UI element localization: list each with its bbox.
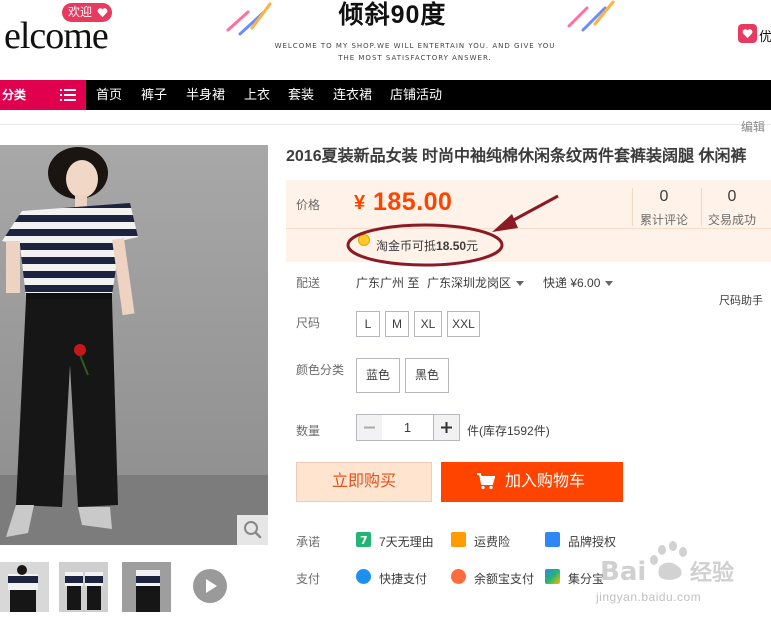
review-count-label[interactable]: 累计评论: [634, 211, 694, 228]
coin-discount: 淘金币可抵18.50元: [376, 237, 478, 254]
svg-text:7: 7: [360, 534, 368, 547]
coin-prefix: 淘金币可抵: [376, 239, 437, 253]
model-photo: [0, 145, 268, 545]
shipping-method: 快递 ¥6.00: [543, 276, 601, 290]
stock-info: 件(库存1592件): [467, 424, 550, 438]
price-panel: 价格 ¥ 185.00 0 累计评论 0 交易成功 淘金币可抵18.50元: [286, 180, 771, 262]
svg-text:经验: 经验: [690, 560, 734, 586]
minus-icon: [364, 426, 375, 429]
delivery-destination-select[interactable]: 广东深圳龙岗区: [427, 274, 525, 291]
payment-yuebao[interactable]: 余额宝支付: [474, 570, 534, 587]
nav-category-button[interactable]: 分类: [0, 80, 86, 110]
thumbnail-image: [59, 562, 108, 612]
favorite-heart-icon[interactable]: [738, 24, 757, 43]
nav-category-label: 分类: [2, 88, 27, 102]
product-main-image[interactable]: [0, 145, 268, 545]
shipping-method-select[interactable]: 快递 ¥6.00: [543, 274, 614, 291]
banner-subtitle: WELCOME TO MY SHOP.WE WILL ENTERTAIN YOU…: [250, 40, 580, 64]
nav-item-sets[interactable]: 套装: [288, 80, 314, 110]
product-title: 2016夏装新品女装 时尚中袖纯棉休闲条纹两件套裤装阔腿 休闲裤: [286, 148, 747, 165]
heart-icon: [97, 8, 108, 18]
welcome-badge: 欢迎: [62, 3, 112, 22]
color-label: 颜色分类: [296, 363, 345, 377]
seven-day-return-icon: 7: [356, 532, 371, 547]
shop-nav: 分类 首页 裤子 半身裙 上衣 套装 连衣裙 店铺活动: [0, 80, 771, 110]
thumbnail-image: [122, 562, 171, 612]
divider: [0, 124, 771, 125]
nav-item-tops[interactable]: 上衣: [244, 80, 270, 110]
promise-seven-day[interactable]: 7天无理由: [379, 533, 434, 550]
buy-now-button[interactable]: 立即购买: [296, 462, 432, 502]
promise-label: 承诺: [296, 535, 321, 549]
banner-title: 倾斜90度: [338, 1, 447, 29]
thumbnail[interactable]: [59, 562, 108, 612]
cart-icon: [477, 473, 495, 490]
shipping-insurance-icon: [451, 532, 466, 547]
video-play-button[interactable]: [193, 569, 227, 603]
edit-link[interactable]: 编辑: [741, 118, 765, 135]
chevron-down-icon: [516, 281, 525, 287]
payment-label: 支付: [296, 572, 321, 586]
delivery-destination: 广东深圳龙岗区: [427, 276, 512, 290]
taojinbi-coin-icon: [358, 234, 370, 246]
color-option-black[interactable]: 黑色: [405, 358, 449, 393]
menu-icon: [60, 89, 76, 101]
jifenbao-icon: [545, 569, 560, 584]
stat-separator: [632, 188, 633, 226]
delivery-label: 配送: [296, 276, 321, 290]
size-option-xxl[interactable]: XXL: [447, 311, 480, 337]
payment-quick-pay[interactable]: 快捷支付: [379, 570, 427, 587]
thumbnail-image: [0, 562, 49, 612]
price-currency: ¥: [354, 192, 366, 214]
banner-subtitle-line2: THE MOST SATISFACTORY ANSWER.: [338, 54, 492, 62]
decor-stripes-right: [567, 0, 615, 32]
yuebao-icon: [451, 569, 466, 584]
coin-suffix: 元: [466, 239, 479, 253]
promise-shipping-insurance[interactable]: 运费险: [474, 533, 510, 550]
play-icon: [206, 579, 217, 593]
delivery-from: 广东广州 至: [356, 276, 420, 290]
size-option-xl[interactable]: XL: [414, 311, 442, 337]
size-option-m[interactable]: M: [385, 311, 409, 337]
nav-item-pants[interactable]: 裤子: [141, 80, 167, 110]
price-label: 价格: [296, 198, 321, 212]
add-to-cart-button[interactable]: 加入购物车: [441, 462, 623, 502]
banner-subtitle-line1: WELCOME TO MY SHOP.WE WILL ENTERTAIN YOU…: [274, 42, 556, 50]
size-label: 尺码: [296, 316, 321, 330]
welcome-badge-label: 欢迎: [68, 5, 93, 19]
review-count[interactable]: 0: [634, 188, 694, 206]
sales-count-label: 交易成功: [707, 213, 756, 227]
nav-item-skirt[interactable]: 半身裙: [186, 80, 225, 110]
nav-item-activities[interactable]: 店铺活动: [390, 80, 442, 110]
nav-item-home[interactable]: 首页: [96, 80, 122, 110]
brand-authorization-icon: [545, 532, 560, 547]
svg-text:Bai: Bai: [600, 557, 646, 587]
thumbnail[interactable]: [122, 562, 171, 612]
quantity-input[interactable]: 1: [382, 414, 433, 441]
size-helper-link[interactable]: 尺码助手: [719, 292, 763, 308]
add-to-cart-label: 加入购物车: [505, 473, 586, 490]
quantity-label: 数量: [296, 424, 321, 438]
price-value: 185.00: [373, 188, 453, 216]
color-option-blue[interactable]: 蓝色: [356, 358, 400, 393]
quick-pay-icon: [356, 569, 371, 584]
quantity-increase-button[interactable]: [433, 414, 460, 441]
plus-icon: [441, 422, 452, 433]
thumbnail[interactable]: [0, 562, 49, 612]
decor-stripes-left: [226, 2, 272, 36]
welcome-logo: elcome 欢迎: [0, 0, 140, 80]
zoom-button[interactable]: [237, 515, 268, 545]
shop-header: elcome 欢迎 倾斜90度 WELCOME TO MY SHOP.WE WI…: [0, 0, 771, 80]
search-icon: [244, 521, 262, 539]
nav-item-dresses[interactable]: 连衣裙: [333, 80, 372, 110]
watermark-url: jingyan.baidu.com: [596, 590, 702, 604]
coin-amount: 18.50: [436, 239, 467, 253]
favorite-label[interactable]: 优: [759, 26, 771, 45]
divider: [286, 228, 771, 229]
chevron-down-icon: [605, 281, 614, 287]
sales-count: 0: [727, 188, 737, 205]
size-option-l[interactable]: L: [356, 311, 380, 337]
quantity-decrease-button[interactable]: [356, 414, 383, 441]
